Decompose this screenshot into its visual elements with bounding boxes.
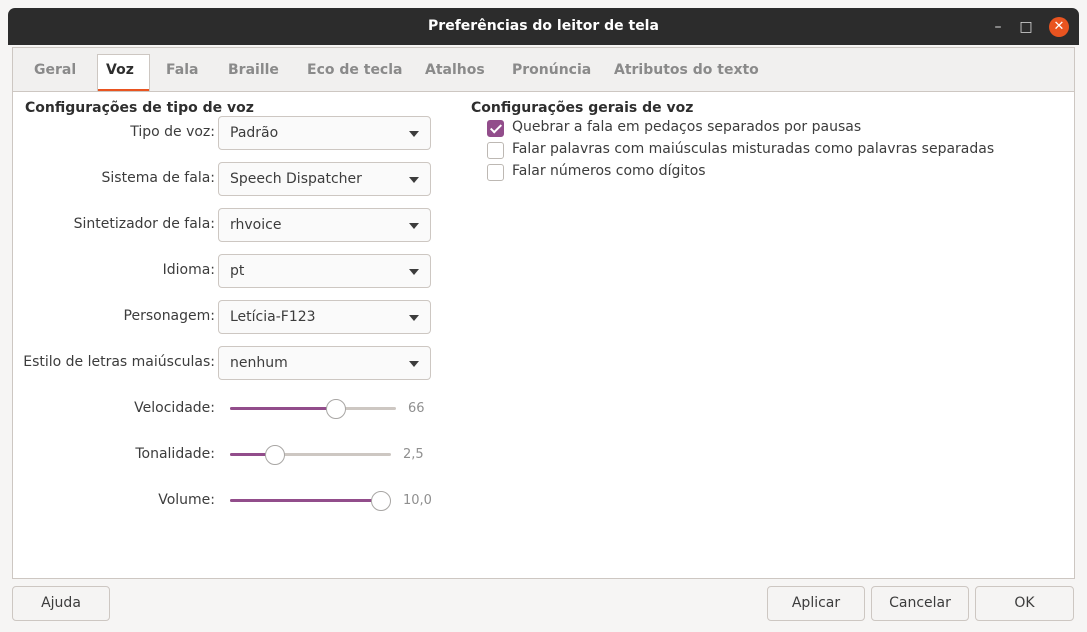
tab-bar: Geral Voz Fala Braille Eco de tecla Atal…: [12, 47, 1075, 92]
speech-system-value: Speech Dispatcher: [230, 171, 362, 187]
window-title: Preferências do leitor de tela: [428, 18, 659, 34]
tab-braille[interactable]: Braille: [228, 62, 279, 78]
speech-system-combo[interactable]: Speech Dispatcher: [218, 162, 431, 196]
dialog-body: Geral Voz Fala Braille Eco de tecla Atal…: [8, 45, 1079, 624]
voice-type-combo[interactable]: Padrão: [218, 116, 431, 150]
preferences-window: Preferências do leitor de tela – □ ✕ Ger…: [0, 0, 1087, 632]
pitch-slider[interactable]: [230, 445, 391, 465]
break-speech-label[interactable]: Quebrar a fala em pedaços separados por …: [512, 119, 861, 135]
voice-type-label: Tipo de voz:: [130, 124, 215, 140]
tab-voz[interactable]: Voz: [106, 62, 134, 78]
pitch-label: Tonalidade:: [135, 446, 215, 462]
capital-style-value: nenhum: [230, 355, 288, 371]
chevron-down-icon: [409, 315, 419, 321]
tab-fala[interactable]: Fala: [166, 62, 198, 78]
volume-slider-handle[interactable]: [371, 491, 391, 511]
tab-geral[interactable]: Geral: [34, 62, 76, 78]
volume-slider[interactable]: [230, 491, 391, 511]
mixed-case-checkbox[interactable]: [487, 142, 504, 159]
persona-combo[interactable]: Letícia-F123: [218, 300, 431, 334]
minimize-icon[interactable]: –: [988, 17, 1008, 37]
mixed-case-label[interactable]: Falar palavras com maiúsculas misturadas…: [512, 141, 994, 157]
close-icon[interactable]: ✕: [1049, 17, 1069, 37]
rate-slider[interactable]: [230, 399, 396, 419]
pitch-value: 2,5: [403, 447, 424, 462]
ok-button[interactable]: OK: [975, 586, 1074, 621]
voice-panel: Configurações de tipo de voz Tipo de voz…: [12, 91, 1075, 579]
language-label: Idioma:: [162, 262, 215, 278]
title-bar[interactable]: Preferências do leitor de tela – □ ✕: [8, 8, 1079, 45]
maximize-icon[interactable]: □: [1016, 17, 1036, 37]
pitch-slider-handle[interactable]: [265, 445, 286, 465]
tab-eco-de-tecla[interactable]: Eco de tecla: [307, 62, 402, 78]
language-combo[interactable]: pt: [218, 254, 431, 288]
help-button[interactable]: Ajuda: [12, 586, 110, 621]
cancel-button[interactable]: Cancelar: [871, 586, 969, 621]
volume-value: 10,0: [403, 493, 432, 508]
chevron-down-icon: [409, 177, 419, 183]
break-speech-checkbox[interactable]: [487, 120, 504, 137]
chevron-down-icon: [409, 269, 419, 275]
numbers-as-digits-label[interactable]: Falar números como dígitos: [512, 163, 706, 179]
persona-label: Personagem:: [123, 308, 215, 324]
apply-button[interactable]: Aplicar: [767, 586, 865, 621]
volume-label: Volume:: [158, 492, 215, 508]
capital-style-combo[interactable]: nenhum: [218, 346, 431, 380]
synthesizer-combo[interactable]: rhvoice: [218, 208, 431, 242]
rate-label: Velocidade:: [134, 400, 215, 416]
synthesizer-value: rhvoice: [230, 217, 282, 233]
numbers-as-digits-checkbox[interactable]: [487, 164, 504, 181]
chevron-down-icon: [409, 223, 419, 229]
speech-system-label: Sistema de fala:: [101, 170, 215, 186]
tab-atalhos[interactable]: Atalhos: [425, 62, 485, 78]
synthesizer-label: Sintetizador de fala:: [73, 216, 215, 232]
rate-value: 66: [408, 401, 425, 416]
volume-slider-fill: [230, 499, 381, 502]
rate-slider-fill: [230, 407, 337, 410]
chevron-down-icon: [409, 131, 419, 137]
general-voice-section-title: Configurações gerais de voz: [471, 100, 694, 116]
chevron-down-icon: [409, 361, 419, 367]
capital-style-label: Estilo de letras maiúsculas:: [23, 354, 215, 370]
voice-type-section-title: Configurações de tipo de voz: [25, 100, 254, 116]
rate-slider-handle[interactable]: [326, 399, 347, 419]
tab-pronuncia[interactable]: Pronúncia: [512, 62, 591, 78]
tab-atributos-do-texto[interactable]: Atributos do texto: [614, 62, 759, 78]
language-value: pt: [230, 263, 245, 279]
voice-type-value: Padrão: [230, 125, 279, 141]
persona-value: Letícia-F123: [230, 309, 316, 325]
